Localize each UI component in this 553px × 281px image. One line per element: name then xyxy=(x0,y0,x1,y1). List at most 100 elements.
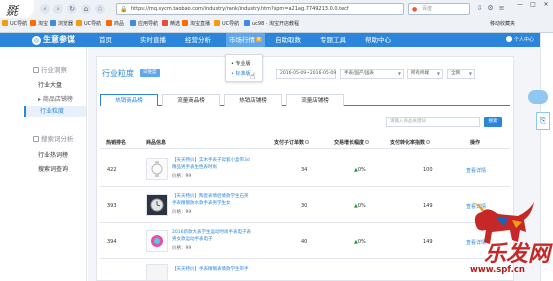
product-thumbnail[interactable] xyxy=(146,230,168,252)
mouse-cursor-icon: ☝ xyxy=(250,72,256,82)
site-brand[interactable]: ◎ 生意参谋 xyxy=(32,33,75,47)
browser-search[interactable]: ● 百度 xyxy=(408,3,470,15)
search-button[interactable]: 搜索 xyxy=(484,117,502,127)
sidebar-item-hot-words[interactable]: 行业热词榜 xyxy=(38,150,68,159)
row-rank: 393 xyxy=(107,203,117,209)
row-conversion: 149 xyxy=(423,239,433,245)
category-select[interactable]: 手表/国产/国表 ▼ xyxy=(340,69,404,79)
refresh-icon[interactable]: ↻ xyxy=(67,4,77,14)
new-badge: 新 xyxy=(256,37,262,42)
watermark-site: www.spf.cn xyxy=(470,265,525,275)
home-icon[interactable]: ⌂ xyxy=(81,4,91,14)
row-divider xyxy=(100,222,510,223)
platform-select[interactable]: 全网 ▼ xyxy=(447,69,475,79)
nav-business-analysis[interactable]: 经营分析 xyxy=(185,33,211,47)
group-icon xyxy=(33,136,39,142)
nav-special-tools[interactable]: 专题工具 xyxy=(320,33,346,47)
product-thumbnail[interactable] xyxy=(146,194,168,216)
watch-image xyxy=(151,235,163,247)
browser-search-placeholder: 百度 xyxy=(422,6,433,12)
menu-item-standard[interactable]: • 标准版 xyxy=(231,70,251,77)
lock-icon: 🔒 xyxy=(120,6,128,13)
bookmark-item[interactable]: 浏览器 xyxy=(50,20,73,29)
address-text: https://mq.sycm.taobao.com/industry/rank… xyxy=(131,6,349,12)
help-icon[interactable] xyxy=(365,140,370,144)
col-orders: 支付子订单数 xyxy=(274,139,310,146)
user-menu[interactable]: 个人中心 xyxy=(506,33,534,47)
close-icon[interactable]: ✕ xyxy=(540,0,552,9)
feedback-icon[interactable]: ⎘ xyxy=(536,112,550,130)
bookmark-item[interactable]: 精选 xyxy=(162,20,180,29)
help-icon[interactable] xyxy=(426,140,431,144)
bookmark-item[interactable]: 淘宝 xyxy=(30,20,48,29)
back-icon[interactable]: ‹ xyxy=(40,4,50,14)
tab-traffic-products[interactable]: 流量商品榜 xyxy=(162,94,220,106)
product-name-link[interactable]: 2016新款大表学生运动时尚手表电子表 xyxy=(172,229,251,236)
row-divider xyxy=(100,258,510,259)
row-conversion: 149 xyxy=(423,203,433,209)
bookmark-item[interactable]: UC导航 xyxy=(2,20,27,29)
market-version-dropdown: • 专业版 • 标准版 xyxy=(225,54,263,82)
page-title: 行业粒度 xyxy=(102,69,134,78)
bookmark-item[interactable]: 淘宝直播 xyxy=(182,20,210,29)
product-name-link[interactable]: 精品男手表生性表时尚 xyxy=(172,164,217,171)
chevron-down-icon: ▼ xyxy=(468,71,472,76)
chevron-down-icon: ▼ xyxy=(436,71,440,76)
help-icon[interactable] xyxy=(305,140,310,144)
group-icon xyxy=(33,67,39,73)
sidebar-item-granularity[interactable]: 行业粒度 xyxy=(24,106,86,117)
menu-item-pro[interactable]: • 专业版 xyxy=(231,60,251,67)
row-rank: 422 xyxy=(107,167,117,173)
col-growth: 交易增长幅度 xyxy=(334,139,370,146)
sidebar-item-rank[interactable]: ▸ 商品店铺榜 xyxy=(38,94,73,103)
product-thumbnail[interactable] xyxy=(146,264,168,281)
product-name-link[interactable]: 【天天特价】实木手表子母套小盒带3d xyxy=(172,157,250,164)
tab-hot-shops[interactable]: 热销店铺榜 xyxy=(224,94,282,106)
mobile-bookmarks[interactable]: 移动收藏夹 xyxy=(490,20,515,29)
terminal-select[interactable]: 所有终端 ▼ xyxy=(407,69,443,79)
watch-image xyxy=(151,161,163,177)
tab-hot-products[interactable]: 热销商品榜 xyxy=(100,94,158,106)
download-icon[interactable]: ⇩ xyxy=(475,4,484,13)
sidebar: 行业洞察 行业大盘 ▸ 商品店铺榜 行业粒度 搜索词分析 行业热词榜 搜索词查询 xyxy=(24,47,87,281)
cloud-widget-icon[interactable] xyxy=(528,90,548,104)
nav-realtime[interactable]: 实时直播 xyxy=(140,33,166,47)
minimize-icon[interactable]: — xyxy=(514,0,526,9)
product-name-link[interactable]: 手表精钢防水款手表男学生女 xyxy=(172,200,231,207)
nav-help[interactable]: 帮助中心 xyxy=(365,33,391,47)
product-thumbnail[interactable] xyxy=(146,158,168,180)
maximize-icon[interactable]: □ xyxy=(527,0,539,9)
extension-icon[interactable]: ⚙ xyxy=(486,4,495,13)
menu-icon[interactable]: ≡ xyxy=(497,4,506,13)
watch-image xyxy=(150,198,164,212)
tab-traffic-shops[interactable]: 流量店铺榜 xyxy=(286,94,344,106)
product-price: 价格：99 xyxy=(172,174,192,179)
bookmark-item[interactable]: 应用导航 xyxy=(130,20,158,29)
view-detail-link[interactable]: 查看详情 xyxy=(466,167,486,174)
row-growth: ▲0% xyxy=(354,167,366,173)
row-rank: 394 xyxy=(107,239,117,245)
product-price: 价格：99 xyxy=(172,246,192,251)
nav-market[interactable]: 市场行情新 xyxy=(226,33,265,47)
sidebar-item-word-query[interactable]: 搜索词查询 xyxy=(38,164,68,173)
col-conversion: 支付转化率指数 xyxy=(390,139,431,146)
forward-icon[interactable]: › xyxy=(53,4,63,14)
brand-logo-icon: ◎ xyxy=(32,36,41,45)
product-name-link[interactable]: 【天天特价】手表精钢表情款学生带手 xyxy=(172,266,249,273)
bookmark-item[interactable]: uc98 · 淘宝开店教程 xyxy=(244,20,299,29)
row-orders: 30 xyxy=(301,203,308,209)
nav-self-service[interactable]: 自助取数 xyxy=(275,33,301,47)
product-name-link[interactable]: 男女款运动手表电子 xyxy=(172,236,213,243)
address-bar[interactable]: 🔒 https://mq.sycm.taobao.com/industry/ra… xyxy=(116,3,404,15)
date-range-picker[interactable]: 2016-05-09~2016-05-09 xyxy=(276,69,336,79)
sidebar-group-industry: 行业洞察 xyxy=(33,64,67,74)
nav-home[interactable]: 首页 xyxy=(99,33,112,47)
star-icon[interactable]: ☆ xyxy=(95,4,105,14)
bookmark-item[interactable]: 商品 xyxy=(106,20,124,29)
bookmark-item[interactable]: UC导航 xyxy=(76,20,101,29)
product-search-input[interactable]: 请输入商品关键词 xyxy=(386,117,480,127)
product-name-link[interactable]: 【天天特价】陶瓷表情侣情款学生石英 xyxy=(172,193,249,200)
bookmark-item[interactable]: UC导航 xyxy=(214,20,239,29)
browser-chrome: 毲 ‹ › ↻ ⌂ ☆ 🔒 https://mq.sycm.taobao.com… xyxy=(0,0,553,33)
sidebar-item-industry-overview[interactable]: 行业大盘 xyxy=(38,80,62,89)
